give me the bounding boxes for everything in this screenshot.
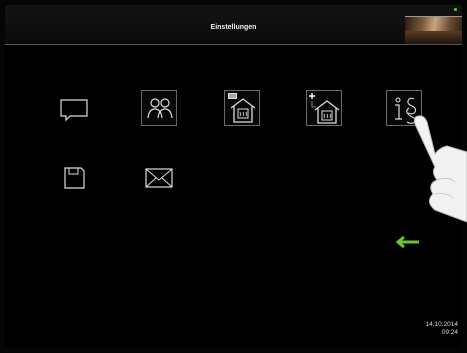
status-indicator	[454, 8, 457, 11]
date-time: 14.10.2014 09:24	[398, 321, 458, 337]
time-label: 09:24	[441, 329, 458, 336]
house-settings-button[interactable]	[224, 90, 260, 126]
camera-thumbnail-shade	[405, 31, 462, 44]
save-button[interactable]	[56, 160, 92, 196]
add-house-button[interactable]	[306, 90, 342, 126]
pointing-hand-icon	[414, 115, 467, 223]
email-button[interactable]	[141, 160, 177, 196]
users-icon	[147, 98, 173, 119]
app-screen: Einstellungen 14.10.2014 09:24	[5, 5, 462, 348]
house-heating-add-icon	[309, 93, 340, 124]
floppy-disk-icon	[64, 167, 85, 189]
messages-button[interactable]	[56, 90, 92, 126]
camera-thumbnail[interactable]	[405, 16, 462, 44]
page-title: Einstellungen	[210, 24, 257, 31]
users-button[interactable]	[141, 90, 177, 126]
envelope-icon	[145, 168, 173, 188]
speech-bubble-icon	[60, 99, 88, 122]
house-heating-list-icon	[228, 93, 256, 123]
date-label: 14.10.2014	[425, 321, 458, 328]
